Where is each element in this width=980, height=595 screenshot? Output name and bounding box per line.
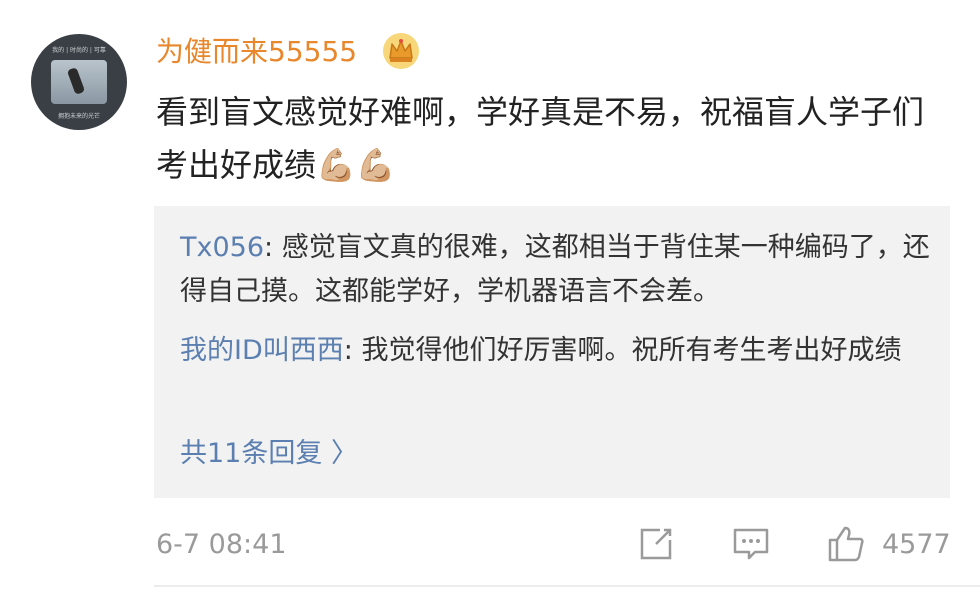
avatar-caption-top: 我的 | 时尚的 | 可靠: [52, 47, 106, 54]
reply-author[interactable]: 我的ID叫西西: [180, 335, 344, 366]
thumbs-up-icon[interactable]: [824, 522, 868, 566]
reply-item: 我的ID叫西西: 我觉得他们好厉害啊。祝所有考生考出好成绩: [180, 329, 932, 373]
more-replies-link[interactable]: 共11条回复 〉: [180, 432, 358, 476]
share-icon[interactable]: [634, 522, 678, 566]
crown-icon: [383, 33, 419, 69]
comment-icon[interactable]: [729, 522, 773, 566]
avatar[interactable]: 我的 | 时尚的 | 可靠 拥抱未来的光芒: [31, 34, 127, 130]
reply-item: Tx056: 感觉盲文真的很难，这都相当于背住某一种编码了，还得自己摸。这都能学…: [180, 226, 932, 314]
avatar-caption-bottom: 拥抱未来的光芒: [57, 113, 100, 120]
like-count: 4577: [882, 529, 951, 560]
reply-author[interactable]: Tx056: [180, 232, 264, 263]
replies-box: Tx056: 感觉盲文真的很难，这都相当于背住某一种编码了，还得自己摸。这都能学…: [154, 206, 950, 498]
timestamp: 6-7 08:41: [156, 529, 287, 560]
divider: [154, 585, 980, 587]
reply-text: : 我觉得他们好厉害啊。祝所有考生考出好成绩: [343, 335, 902, 366]
reply-text: : 感觉盲文真的很难，这都相当于背住某一种编码了，还得自己摸。这都能学好，学机器…: [180, 232, 930, 307]
username[interactable]: 为健而来55555: [156, 34, 357, 70]
comment-content: 看到盲文感觉好难啊，学好真是不易，祝福盲人学子们考出好成绩💪🏼💪🏼: [156, 93, 925, 184]
